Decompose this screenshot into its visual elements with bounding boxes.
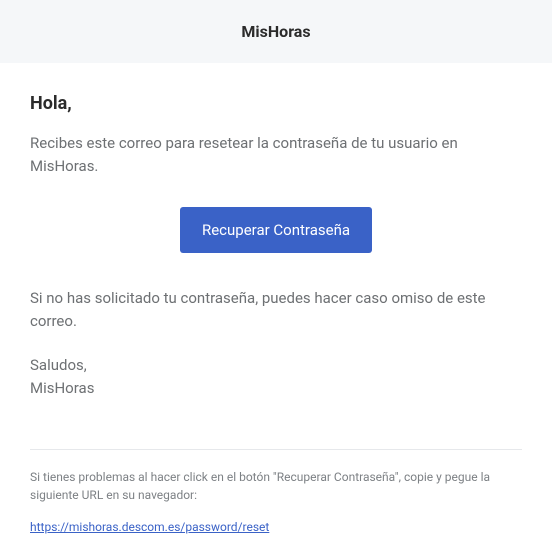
ignore-notice: Si no has solicitado tu contraseña, pued… xyxy=(30,287,522,332)
button-container: Recuperar Contraseña xyxy=(30,207,522,253)
brand-title: MisHoras xyxy=(10,22,542,41)
recover-password-button[interactable]: Recuperar Contraseña xyxy=(180,207,372,253)
email-footer: Si tienes problemas al hacer click en el… xyxy=(0,450,552,555)
email-header: MisHoras xyxy=(0,0,552,63)
greeting: Hola, xyxy=(30,93,522,114)
intro-text: Recibes este correo para resetear la con… xyxy=(30,132,522,177)
reset-url-link[interactable]: https://mishoras.descom.es/password/rese… xyxy=(30,520,269,534)
closing-name: MisHoras xyxy=(30,379,94,397)
footer-trouble-text: Si tienes problemas al hacer click en el… xyxy=(30,468,522,504)
closing-salutation: Saludos, xyxy=(30,356,87,374)
closing-block: Saludos, MisHoras xyxy=(30,354,522,401)
email-body: Hola, Recibes este correo para resetear … xyxy=(0,63,552,421)
